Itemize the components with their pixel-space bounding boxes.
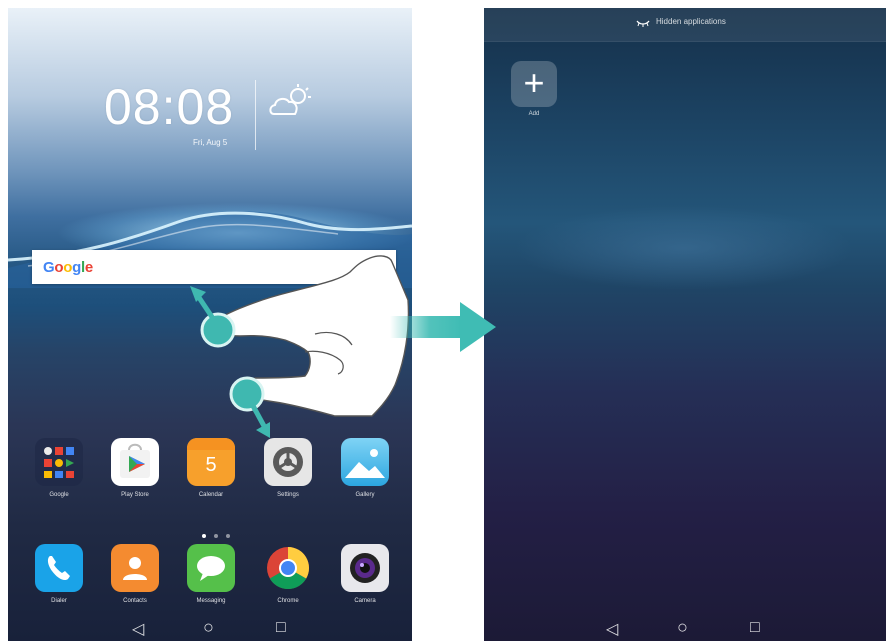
app-label-camera: Camera [354, 598, 376, 604]
app-label-calendar: Calendar [198, 492, 224, 498]
app-label-play-store: Play Store [121, 492, 149, 498]
app-label-chrome: Chrome [277, 598, 299, 604]
gallery-app[interactable] [341, 438, 389, 486]
google-folder[interactable] [35, 438, 83, 486]
recents-icon[interactable]: □ [276, 619, 286, 637]
chrome-app[interactable] [264, 544, 312, 592]
navigation-bar: ◁ ○ □ [8, 613, 412, 641]
phone-icon [47, 556, 70, 581]
add-label: Add [528, 111, 540, 117]
hidden-apps-title: Hidden applications [656, 17, 726, 26]
camera-app[interactable] [341, 544, 389, 592]
calendar-day: 5 [205, 454, 217, 476]
settings-app[interactable] [264, 438, 312, 486]
contacts-app[interactable] [111, 544, 159, 592]
app-label-contacts: Contacts [123, 598, 147, 604]
dialer-app[interactable] [35, 544, 83, 592]
home-icon[interactable]: ○ [677, 617, 688, 638]
page-indicator [198, 525, 234, 543]
weather-partly-cloudy-icon[interactable] [268, 84, 314, 118]
mic-icon[interactable] [366, 260, 371, 273]
google-search-bar[interactable]: Google [32, 250, 396, 284]
add-hidden-app-button[interactable]: + [511, 61, 557, 107]
play-store-app[interactable] [111, 438, 159, 486]
closed-eye-icon [636, 20, 650, 27]
app-label-google: Google [49, 492, 69, 498]
page-dot[interactable] [202, 534, 206, 538]
google-logo-part: e [84, 259, 93, 276]
back-icon[interactable]: ◁ [132, 619, 144, 639]
clock[interactable]: 08:08 [104, 78, 234, 136]
google-logo-part: G [43, 259, 55, 276]
recents-icon[interactable]: □ [750, 619, 760, 637]
home-icon[interactable]: ○ [203, 617, 214, 638]
google-logo-part: g [72, 259, 81, 276]
calendar-app[interactable]: 5 [187, 438, 235, 486]
google-logo: Google [43, 259, 93, 276]
back-icon[interactable]: ◁ [606, 619, 618, 639]
hidden-apps-screen: Hidden applications + Add ◁ ○ □ [484, 8, 886, 641]
home-screen: 08:08 Fri, Aug 5 Google Google Play Stor… [8, 8, 412, 641]
date: Fri, Aug 5 [193, 138, 228, 147]
clock-divider [255, 80, 256, 150]
app-label-dialer: Dialer [51, 598, 67, 604]
google-folder-icon [44, 447, 74, 478]
messaging-icon [197, 556, 225, 581]
page-dot[interactable] [226, 534, 230, 538]
camera-icon [350, 553, 380, 583]
navigation-bar: ◁ ○ □ [484, 613, 886, 641]
settings-icon [273, 447, 303, 477]
hidden-apps-header: Hidden applications [484, 8, 886, 42]
chrome-icon [267, 547, 310, 590]
messaging-app[interactable] [187, 544, 235, 592]
google-logo-part: o [54, 259, 64, 276]
page-dot[interactable] [214, 534, 218, 538]
play-store-icon [120, 443, 150, 478]
calendar-header [187, 438, 235, 450]
gallery-icon [345, 449, 385, 478]
app-label-messaging: Messaging [196, 598, 226, 604]
contacts-icon [123, 557, 147, 580]
app-label-settings: Settings [277, 492, 299, 498]
app-label-gallery: Gallery [355, 492, 375, 498]
google-logo-part: o [63, 259, 73, 276]
